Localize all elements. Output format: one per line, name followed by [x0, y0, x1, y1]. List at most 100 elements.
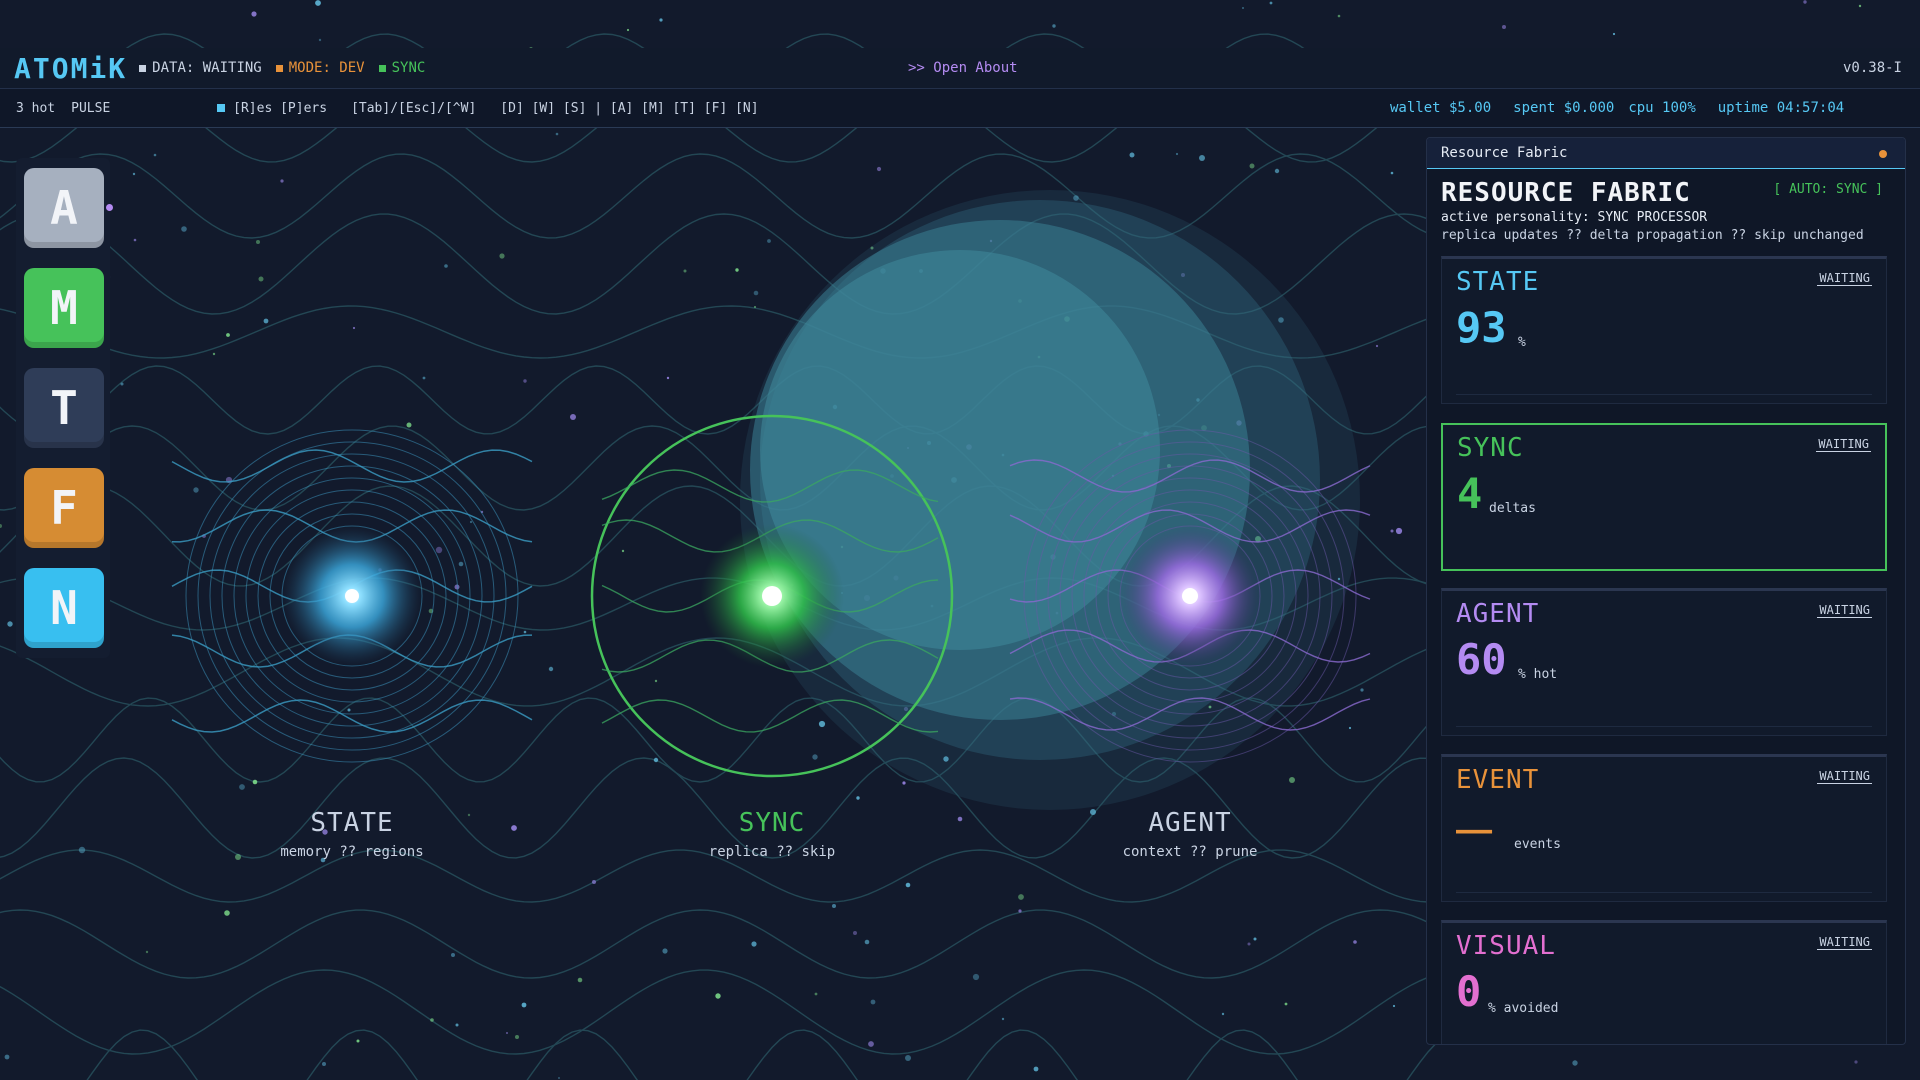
card-state-title: STATE	[1456, 267, 1540, 297]
sync-sublabel: replica ?? skip	[708, 844, 836, 860]
key-hint-tab-esc[interactable]: [Tab]/[Esc]/[^W]	[351, 101, 476, 116]
star-particle	[1348, 726, 1352, 730]
pulse-label: PULSE	[71, 100, 111, 116]
star-particle	[226, 333, 230, 337]
star-particle	[435, 546, 443, 554]
mode-button-m[interactable]: M	[24, 268, 104, 348]
card-sync-unit: deltas	[1489, 501, 1536, 516]
card-event[interactable]: EVENT WAITING —— events	[1441, 754, 1887, 902]
status-sync-icon	[378, 64, 386, 72]
star-particle	[7, 621, 13, 627]
star-particle	[1052, 24, 1056, 28]
star-particle	[626, 28, 630, 32]
star-particle	[430, 1018, 434, 1022]
star-particle	[153, 153, 157, 157]
ambient-wave	[86, 1029, 1437, 1080]
star-particle	[905, 1055, 911, 1061]
star-particle	[1858, 4, 1862, 8]
mode-button-t[interactable]: T	[24, 368, 104, 448]
star-particle	[1199, 155, 1205, 161]
card-state[interactable]: STATE WAITING 93 %	[1441, 256, 1887, 404]
star-particle	[753, 290, 759, 296]
command-bar: 3 hot PULSE [R]es [P]ers [Tab]/[Esc]/[^W…	[0, 89, 1920, 128]
card-visual[interactable]: VISUAL WAITING 0 % avoided	[1441, 920, 1887, 1044]
star-particle	[347, 708, 351, 712]
status-mode-icon	[275, 64, 283, 72]
star-particle	[1572, 1060, 1578, 1066]
active-personality: active personality: SYNC PROCESSOR	[1441, 210, 1708, 225]
auto-sync-badge[interactable]: [ AUTO: SYNC ]	[1773, 182, 1883, 197]
star-particle	[515, 1035, 519, 1039]
star-particle	[715, 993, 721, 999]
wallet-metric: wallet $5.00	[1390, 100, 1492, 116]
star-particle	[1337, 14, 1341, 18]
top-bar: ATOMiK DATA: WAITING MODE: DEV SYNC >> O…	[0, 48, 1920, 89]
star-particle	[523, 630, 527, 634]
star-particle	[356, 1039, 360, 1043]
state-label-group: STATE memory ?? regions	[222, 808, 482, 860]
star-particle	[555, 132, 559, 136]
fabric-title: RESOURCE FABRIC	[1441, 178, 1691, 208]
star-particle	[856, 796, 860, 800]
card-agent[interactable]: AGENT WAITING 60 % hot	[1441, 588, 1887, 736]
star-particle	[666, 376, 670, 380]
key-hints: [R]es [P]ers [Tab]/[Esc]/[^W] [D] [W] [S…	[217, 101, 759, 116]
card-sync-value: 4	[1457, 469, 1483, 518]
panel-header: Resource Fabric	[1427, 138, 1905, 169]
state-sublabel: memory ?? regions	[280, 844, 424, 860]
star-particle	[754, 306, 756, 308]
active-indicator-dot	[106, 204, 113, 211]
star-particle	[133, 238, 137, 242]
star-particle	[1289, 777, 1295, 783]
key-hint-icon	[217, 104, 226, 112]
star-particle	[621, 549, 625, 553]
star-particle	[256, 240, 260, 244]
spent-metric: spent $0.000	[1513, 100, 1615, 116]
card-sync[interactable]: SYNC WAITING 4 deltas	[1441, 423, 1887, 571]
star-particle	[1001, 1017, 1005, 1021]
star-particle	[876, 166, 882, 172]
status-data: DATA: WAITING	[139, 60, 262, 76]
star-particle	[469, 520, 473, 524]
mode-button-a[interactable]: A	[24, 168, 104, 248]
star-particle	[444, 264, 448, 268]
star-particle	[1803, 0, 1807, 4]
mode-button-f[interactable]: F	[24, 468, 104, 548]
star-particle	[212, 352, 216, 356]
star-particle	[1221, 1012, 1225, 1016]
status-indicators: DATA: WAITING MODE: DEV SYNC	[139, 60, 425, 76]
mode-button-n[interactable]: N	[24, 568, 104, 648]
card-event-value: ——	[1456, 813, 1493, 848]
ambient-wave	[0, 909, 1437, 979]
status-data-label: DATA: WAITING	[152, 60, 262, 76]
star-particle	[1353, 940, 1357, 944]
mode-sidebar: A M T F N	[16, 158, 110, 658]
star-particle	[1274, 168, 1280, 174]
star-particle	[1253, 937, 1257, 941]
key-hint-res-pers[interactable]: [R]es [P]ers	[233, 101, 327, 116]
star-particle	[1395, 527, 1403, 535]
star-particle	[548, 666, 554, 672]
star-particle	[972, 973, 980, 981]
app-logo: ATOMiK	[14, 51, 128, 85]
star-particle	[818, 720, 826, 728]
panel-status-dot	[1879, 150, 1887, 158]
key-hint-modes[interactable]: [D] [W] [S] | [A] [M] [T] [F] [N]	[500, 101, 758, 116]
card-state-value: 93	[1456, 303, 1507, 352]
agent-label-group: AGENT context ?? prune	[1060, 808, 1320, 860]
state-label: STATE	[310, 808, 394, 838]
sync-label-group: SYNC replica ?? skip	[642, 808, 902, 860]
star-particle	[511, 825, 517, 831]
card-event-badge: WAITING	[1817, 769, 1872, 784]
open-about-link[interactable]: >> Open About	[908, 60, 1018, 76]
star-particle	[853, 931, 857, 935]
star-particle	[280, 179, 284, 183]
card-state-unit: %	[1518, 335, 1526, 350]
star-particle	[751, 941, 757, 947]
star-particle	[1284, 1002, 1288, 1006]
star-particle	[451, 953, 455, 957]
star-particle	[1392, 1004, 1396, 1008]
star-particle	[4, 1054, 10, 1060]
star-particle	[1175, 152, 1179, 156]
star-particle	[521, 1002, 527, 1008]
